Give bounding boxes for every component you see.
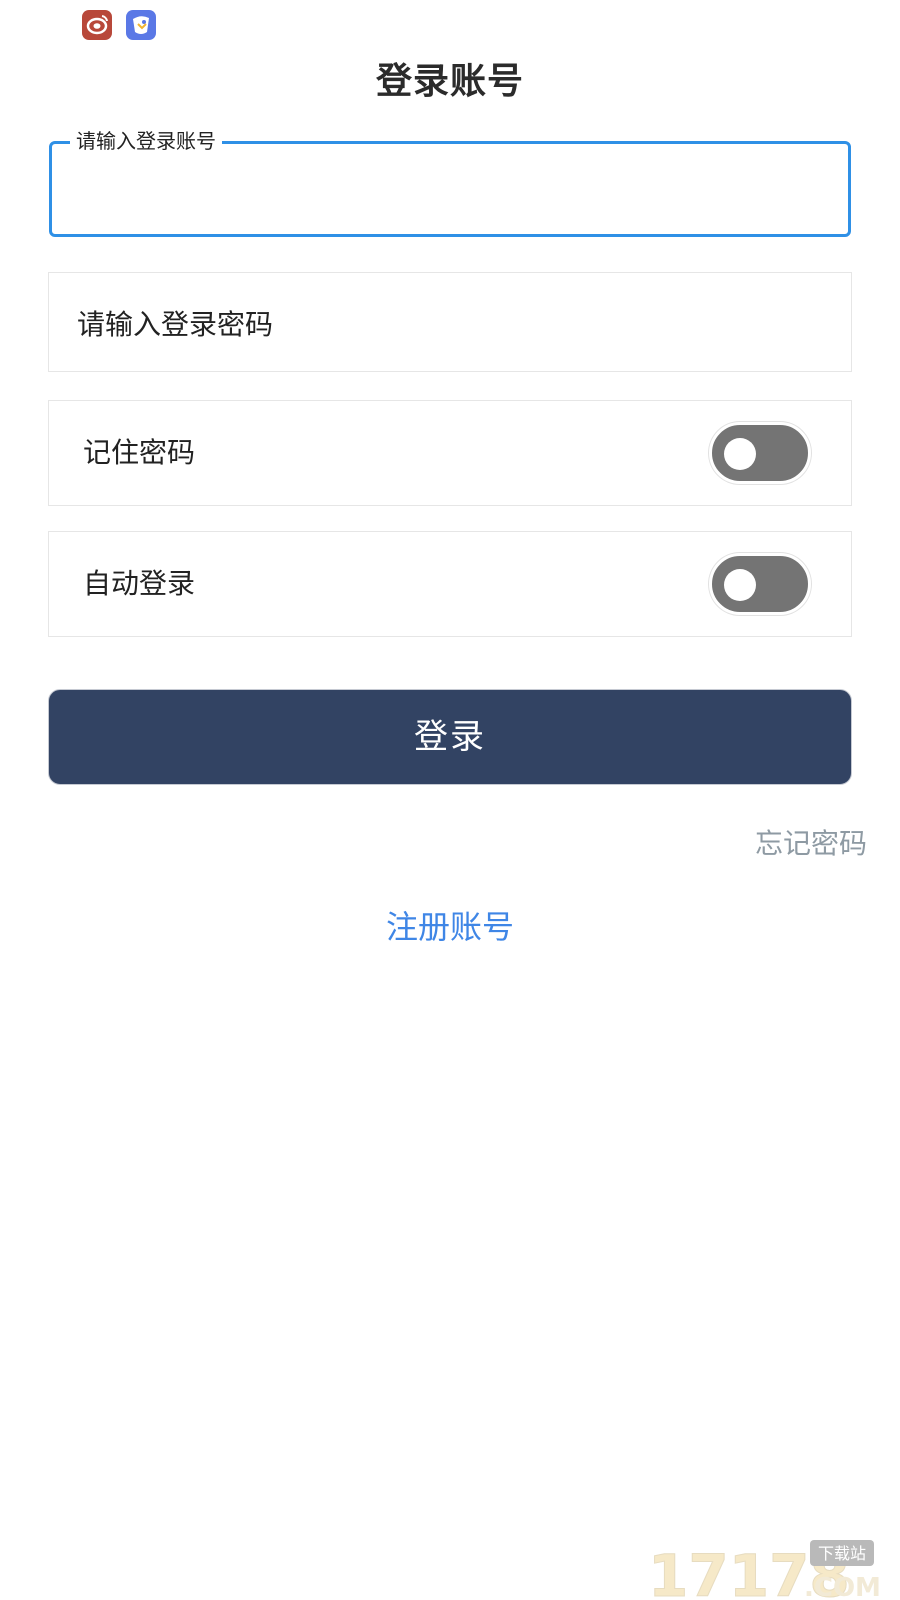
remember-password-label: 记住密码: [83, 436, 196, 469]
watermark-badge: 下载站: [818, 1544, 866, 1563]
login-button[interactable]: 登录: [48, 689, 852, 785]
page-title: 登录账号: [375, 61, 524, 102]
status-bar-icons: [82, 10, 156, 40]
password-input[interactable]: [75, 301, 819, 347]
account-input[interactable]: [74, 174, 818, 216]
watermark-suffix: .COM: [804, 1573, 881, 1600]
auto-login-row: 自动登录: [48, 531, 852, 637]
weibo-icon: [82, 10, 112, 40]
toggle-knob: [724, 569, 756, 601]
remember-password-row: 记住密码: [48, 400, 852, 506]
remember-password-toggle[interactable]: [709, 422, 811, 484]
watermark-logo: 17178 .COM 下载站: [648, 1540, 881, 1600]
toggle-knob: [724, 438, 756, 470]
account-field-label: 请输入登录账号: [70, 128, 222, 154]
account-field[interactable]: 请输入登录账号: [49, 128, 851, 237]
forgot-password-link[interactable]: 忘记密码: [755, 822, 867, 862]
auto-login-label: 自动登录: [83, 567, 196, 600]
password-field[interactable]: [48, 272, 852, 372]
register-account-link[interactable]: 注册账号: [0, 902, 900, 948]
app-bird-icon: [126, 10, 156, 40]
auto-login-toggle[interactable]: [709, 553, 811, 615]
